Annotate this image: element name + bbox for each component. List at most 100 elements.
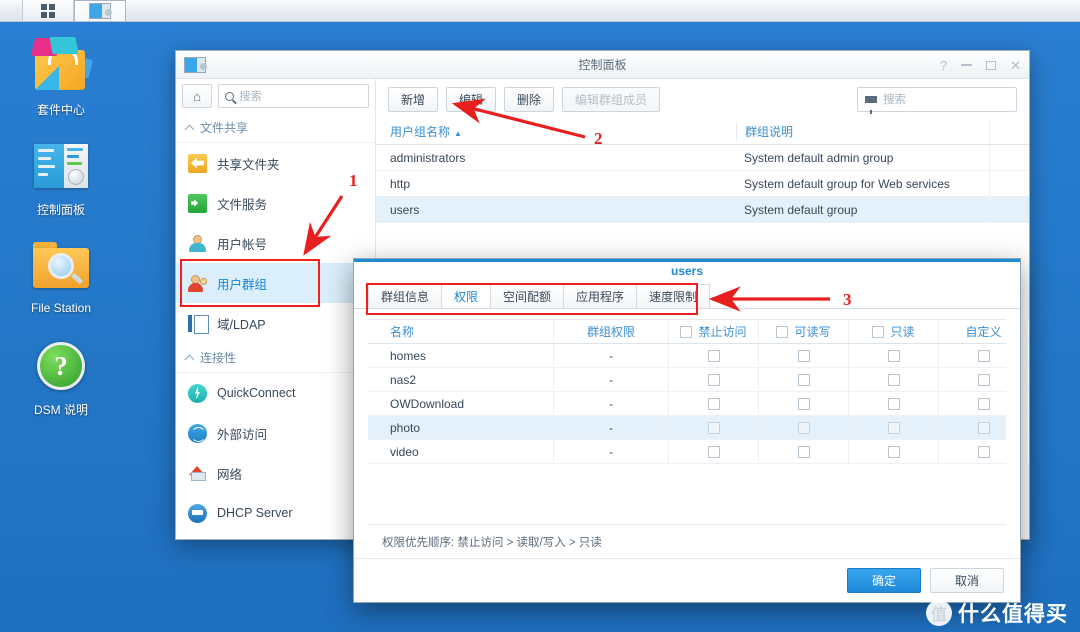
desktop-icon-package-center[interactable]: 套件中心 bbox=[6, 36, 116, 118]
cell-no-access[interactable] bbox=[668, 416, 758, 439]
custom-checkbox[interactable] bbox=[977, 349, 990, 362]
read-only-checkbox[interactable] bbox=[887, 373, 900, 386]
column-header-read-write[interactable]: 可读写 bbox=[758, 320, 848, 343]
table-row-selected[interactable]: users System default group bbox=[376, 197, 1029, 223]
custom-checkbox[interactable] bbox=[977, 421, 990, 434]
column-header-group-description[interactable]: 群组说明 bbox=[736, 123, 989, 140]
read-only-checkbox[interactable] bbox=[887, 445, 900, 458]
cell-no-access[interactable] bbox=[668, 368, 758, 391]
cell-group-permission: - bbox=[553, 416, 668, 439]
tab-group-info[interactable]: 群组信息 bbox=[368, 284, 443, 308]
column-header-name[interactable]: 名称 bbox=[368, 323, 553, 340]
cell-custom[interactable] bbox=[938, 368, 1028, 391]
column-header-custom[interactable]: 自定义 bbox=[938, 320, 1028, 343]
cell-custom[interactable] bbox=[938, 392, 1028, 415]
toolbar-search-input[interactable]: 搜索 bbox=[857, 86, 1017, 114]
table-row[interactable]: http System default group for Web servic… bbox=[376, 171, 1029, 197]
annotation-number-1: 1 bbox=[349, 171, 358, 190]
cell-read-write[interactable] bbox=[758, 392, 848, 415]
permission-row[interactable]: homes - bbox=[368, 344, 1029, 368]
desktop-icon-control-panel[interactable]: 控制面板 bbox=[6, 136, 116, 218]
desktop-icon-dsm-help[interactable]: ? DSM 说明 bbox=[6, 336, 116, 418]
sidebar-section-file-sharing[interactable]: 文件共享 bbox=[176, 113, 375, 143]
tab-quota[interactable]: 空间配额 bbox=[490, 284, 565, 308]
cell-read-only[interactable] bbox=[848, 392, 938, 415]
sidebar-item-quickconnect[interactable]: QuickConnect bbox=[176, 373, 375, 413]
home-button[interactable]: ⌂ bbox=[182, 84, 212, 108]
taskbar-app-grid-button[interactable] bbox=[22, 0, 74, 21]
sidebar-section-connectivity[interactable]: 连接性 bbox=[176, 343, 375, 373]
close-button[interactable]: ✕ bbox=[1010, 59, 1021, 72]
help-button[interactable]: ? bbox=[940, 59, 947, 72]
select-all-read-only-checkbox[interactable] bbox=[872, 325, 885, 338]
table-row[interactable]: administrators System default admin grou… bbox=[376, 145, 1029, 171]
cell-read-write[interactable] bbox=[758, 416, 848, 439]
permission-row-selected[interactable]: photo - bbox=[368, 416, 1029, 440]
sidebar-item-file-service[interactable]: 文件服务 bbox=[176, 183, 375, 223]
cell-read-only[interactable] bbox=[848, 344, 938, 367]
read-only-checkbox[interactable] bbox=[887, 397, 900, 410]
column-header-no-access[interactable]: 禁止访问 bbox=[668, 320, 758, 343]
read-only-checkbox[interactable] bbox=[887, 349, 900, 362]
sidebar-item-user-group[interactable]: 用户群组 bbox=[176, 263, 375, 303]
read-only-checkbox[interactable] bbox=[887, 421, 900, 434]
minimize-button[interactable] bbox=[961, 64, 973, 66]
cell-read-write[interactable] bbox=[758, 440, 848, 463]
user-group-icon bbox=[188, 274, 207, 293]
tab-applications[interactable]: 应用程序 bbox=[563, 284, 638, 308]
cell-no-access[interactable] bbox=[668, 440, 758, 463]
no-access-checkbox[interactable] bbox=[707, 397, 720, 410]
read-write-checkbox[interactable] bbox=[797, 373, 810, 386]
no-access-checkbox[interactable] bbox=[707, 373, 720, 386]
sidebar-item-network[interactable]: 网络 bbox=[176, 453, 375, 493]
sidebar-item-external-access[interactable]: 外部访问 bbox=[176, 413, 375, 453]
cell-read-write[interactable] bbox=[758, 368, 848, 391]
cell-no-access[interactable] bbox=[668, 392, 758, 415]
read-write-checkbox[interactable] bbox=[797, 397, 810, 410]
desktop-icon-label: File Station bbox=[30, 301, 92, 315]
cell-custom[interactable] bbox=[938, 440, 1028, 463]
toolbar-delete-button[interactable]: 删除 bbox=[504, 86, 555, 112]
no-access-checkbox[interactable] bbox=[707, 445, 720, 458]
toolbar-add-button[interactable]: 新增 bbox=[388, 86, 439, 112]
column-header-read-only[interactable]: 只读 bbox=[848, 320, 938, 343]
sidebar-search-input[interactable]: 搜索 bbox=[218, 84, 369, 108]
cell-group-description: System default admin group bbox=[744, 150, 894, 165]
toolbar-edit-button[interactable]: 编辑 bbox=[446, 86, 497, 112]
read-write-checkbox[interactable] bbox=[797, 421, 810, 434]
permission-row[interactable]: OWDownload - bbox=[368, 392, 1029, 416]
select-all-read-write-checkbox[interactable] bbox=[776, 325, 789, 338]
read-write-checkbox[interactable] bbox=[797, 445, 810, 458]
desktop-icon-file-station[interactable]: File Station bbox=[6, 236, 116, 315]
custom-checkbox[interactable] bbox=[977, 445, 990, 458]
cell-read-only[interactable] bbox=[848, 416, 938, 439]
maximize-button[interactable] bbox=[986, 60, 997, 70]
ok-button[interactable]: 确定 bbox=[847, 568, 921, 593]
column-header-group-name[interactable]: 用户组名称 ▲ bbox=[376, 123, 736, 140]
tab-permissions[interactable]: 权限 bbox=[441, 284, 492, 308]
toolbar-edit-members-button[interactable]: 编辑群组成员 bbox=[562, 86, 661, 112]
column-header-group-permission[interactable]: 群组权限 bbox=[553, 320, 668, 343]
read-write-checkbox[interactable] bbox=[797, 349, 810, 362]
no-access-checkbox[interactable] bbox=[707, 421, 720, 434]
permission-row[interactable]: nas2 - bbox=[368, 368, 1029, 392]
sidebar-item-domain-ldap[interactable]: 域/LDAP bbox=[176, 303, 375, 343]
no-access-checkbox[interactable] bbox=[707, 349, 720, 362]
select-all-no-access-checkbox[interactable] bbox=[680, 325, 693, 338]
cell-custom[interactable] bbox=[938, 344, 1028, 367]
cancel-button[interactable]: 取消 bbox=[930, 568, 1004, 593]
cell-custom[interactable] bbox=[938, 416, 1028, 439]
permission-row[interactable]: video - bbox=[368, 440, 1029, 464]
taskbar-control-panel-button[interactable] bbox=[74, 0, 126, 21]
tab-speed-limit[interactable]: 速度限制 bbox=[636, 284, 711, 308]
custom-checkbox[interactable] bbox=[977, 397, 990, 410]
control-panel-icon bbox=[89, 3, 112, 19]
cell-read-only[interactable] bbox=[848, 440, 938, 463]
cell-read-only[interactable] bbox=[848, 368, 938, 391]
sidebar-item-dhcp-server[interactable]: DHCP Server bbox=[176, 493, 375, 533]
sidebar-item-user-account[interactable]: 用户帐号 bbox=[176, 223, 375, 263]
sidebar-item-shared-folder[interactable]: 共享文件夹 bbox=[176, 143, 375, 183]
cell-read-write[interactable] bbox=[758, 344, 848, 367]
custom-checkbox[interactable] bbox=[977, 373, 990, 386]
cell-no-access[interactable] bbox=[668, 344, 758, 367]
